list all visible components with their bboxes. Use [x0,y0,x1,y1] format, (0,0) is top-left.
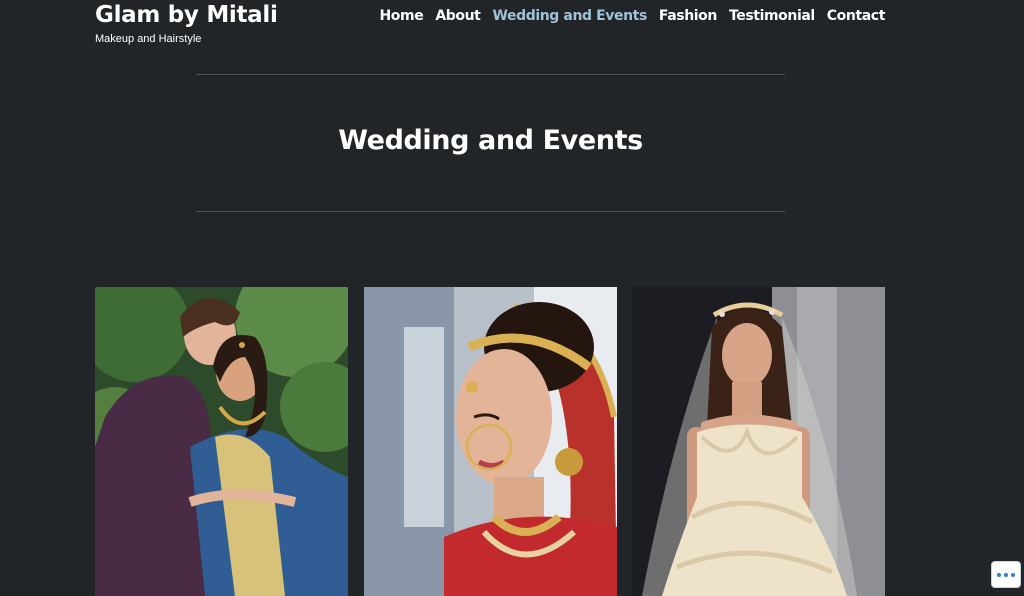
nav-item-home[interactable]: Home [379,8,423,24]
nav-item-contact[interactable]: Contact [827,8,886,24]
nav-item-fashion[interactable]: Fashion [659,8,717,24]
main-navigation: Home About Wedding and Events Fashion Te… [379,8,885,24]
nav-item-about[interactable]: About [435,8,481,24]
nav-item-wedding-and-events[interactable]: Wedding and Events [492,8,647,24]
site-tagline: Makeup and Hairstyle [95,33,202,45]
page: Glam by Mitali Makeup and Hairstyle Home… [0,0,1024,596]
gallery-image-couple[interactable] [95,287,348,596]
site-title[interactable]: Glam by Mitali [95,2,278,28]
page-title: Wedding and Events [338,125,643,156]
nav-item-testimonial[interactable]: Testimonial [729,8,815,24]
gallery-image-bride-gown[interactable] [632,287,885,596]
more-options-button[interactable] [991,561,1021,588]
gallery-image-bride-closeup[interactable] [364,287,617,596]
ellipsis-icon [997,572,1001,577]
divider-bottom [196,211,785,212]
divider-top [196,74,785,75]
ellipsis-icon [1011,572,1015,577]
ellipsis-icon [1004,572,1008,577]
